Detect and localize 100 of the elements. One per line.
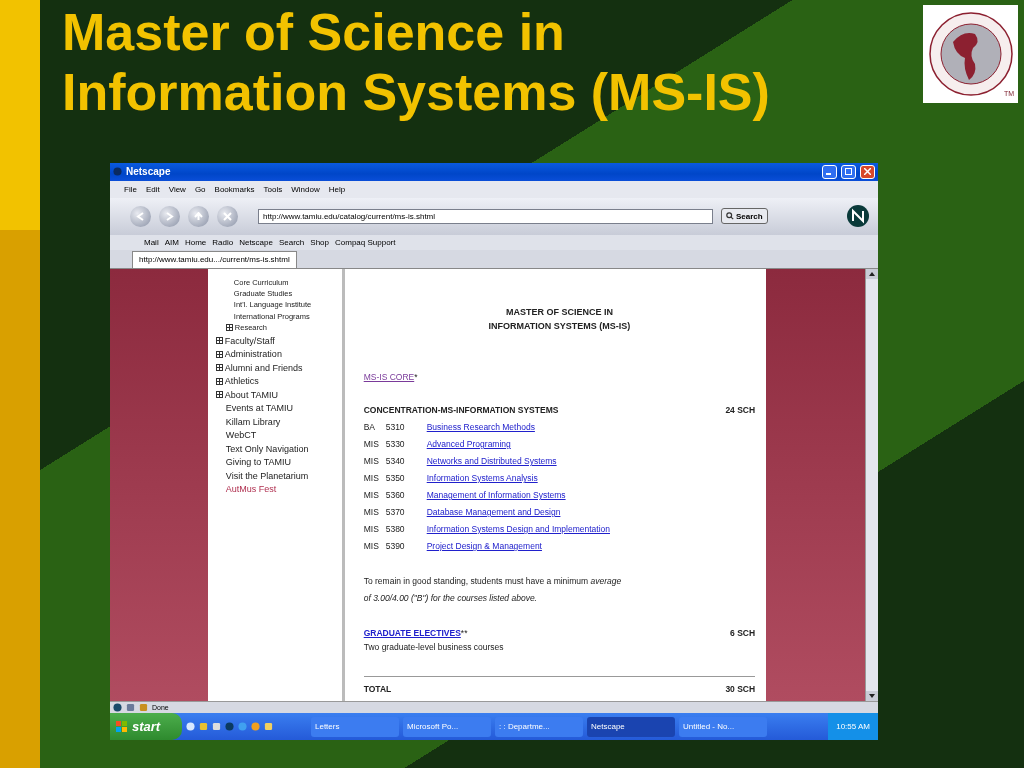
credit-hours: 24 SCH bbox=[725, 403, 756, 417]
browser-tab[interactable]: http://www.tamiu.edu.../current/ms-is.shtml bbox=[132, 250, 297, 268]
search-button[interactable]: Search bbox=[721, 208, 768, 225]
slide-title: Master of Science in bbox=[62, 2, 566, 62]
taskbar-task[interactable]: Microsoft Po... bbox=[403, 716, 491, 737]
stop-button[interactable] bbox=[217, 205, 238, 227]
section-title: MS-IS CORE* bbox=[363, 370, 418, 384]
credit-hours: 30 SCH bbox=[725, 682, 756, 696]
course-prefix: BA bbox=[363, 422, 377, 433]
taskbar-task[interactable]: Untitled - No... bbox=[679, 716, 767, 737]
menu-item[interactable]: File bbox=[124, 184, 137, 194]
bookmark-link[interactable]: Mail bbox=[144, 237, 159, 247]
course-number: 5370 bbox=[385, 507, 406, 518]
nav-link[interactable]: WebCT bbox=[225, 430, 257, 441]
core-link[interactable]: MS-IS CORE bbox=[363, 371, 415, 382]
window-title: Netscape bbox=[126, 166, 171, 178]
expand-icon[interactable] bbox=[215, 350, 223, 358]
up-arrow-icon[interactable] bbox=[869, 271, 875, 276]
course-prefix: MIS bbox=[363, 490, 380, 501]
slide-title: Information Systems (MS-IS) bbox=[62, 62, 770, 122]
course-link[interactable]: Business Research Methods bbox=[426, 422, 535, 433]
maximize-button[interactable] bbox=[841, 164, 856, 179]
menu-item[interactable]: Tools bbox=[263, 184, 283, 194]
nav-link[interactable]: Alumni and Friends bbox=[224, 362, 303, 373]
taskbar-task[interactable]: Letters bbox=[311, 716, 399, 737]
bookmark-link[interactable]: Netscape bbox=[239, 237, 273, 247]
nav-link[interactable]: Visit the Planetarium bbox=[225, 470, 309, 481]
expand-icon[interactable] bbox=[215, 377, 223, 385]
concentration-title: CONCENTRATION-MS-INFORMATION SYSTEMS bbox=[363, 403, 559, 417]
reload-button[interactable] bbox=[188, 205, 209, 227]
expand-icon[interactable] bbox=[215, 391, 223, 399]
course-prefix: MIS bbox=[363, 439, 380, 450]
minimize-button[interactable] bbox=[822, 164, 837, 179]
bookmark-link[interactable]: Home bbox=[184, 237, 207, 247]
nav-link[interactable]: Athletics bbox=[224, 376, 259, 387]
course-number: 5360 bbox=[385, 490, 406, 501]
menu-item[interactable]: Go bbox=[194, 184, 206, 194]
close-button[interactable] bbox=[860, 164, 875, 179]
address-field[interactable]: http://www.tamiu.edu/catalog/current/ms-is.shtml bbox=[258, 208, 713, 224]
credit-hours: 6 SCH bbox=[730, 626, 756, 640]
course-number: 5380 bbox=[385, 524, 406, 535]
course-number: 5310 bbox=[385, 422, 406, 433]
course-number: 5330 bbox=[385, 439, 406, 450]
course-link[interactable]: Information Systems Analysis bbox=[426, 473, 538, 484]
taskbar-task[interactable]: : : Departme... bbox=[495, 716, 583, 737]
expand-icon[interactable] bbox=[215, 337, 223, 345]
bookmark-link[interactable]: Shop bbox=[310, 237, 329, 247]
standing-note: To remain in good standing, students must have a minimum average of 3.00/4.00 ("B") for the courses listed above. bbox=[363, 574, 623, 605]
maximize-icon bbox=[845, 168, 852, 176]
course-prefix: MIS bbox=[363, 473, 380, 484]
course-link[interactable]: Networks and Distributed Systems bbox=[426, 456, 557, 467]
page-heading: INFORMATION SYSTEMS (MS-IS) bbox=[487, 319, 632, 333]
page-heading: MASTER OF SCIENCE IN bbox=[504, 305, 614, 319]
nav-link[interactable]: Killam Library bbox=[225, 416, 281, 427]
menu-item[interactable]: Bookmarks bbox=[214, 184, 255, 194]
course-link[interactable]: Management of Information Systems bbox=[426, 490, 566, 501]
bookmark-link[interactable]: Search bbox=[278, 237, 305, 247]
nav-link[interactable]: Giving to TAMIU bbox=[225, 457, 292, 468]
nav-link[interactable]: AutMus Fest bbox=[225, 484, 277, 495]
up-arrow-icon bbox=[194, 211, 203, 221]
start-button[interactable]: start bbox=[110, 713, 182, 740]
nav-link[interactable]: Events at TAMIU bbox=[225, 403, 294, 414]
course-link[interactable]: Project Design & Management bbox=[426, 541, 542, 552]
nav-link[interactable]: About TAMIU bbox=[224, 389, 279, 400]
down-arrow-icon[interactable] bbox=[869, 694, 875, 699]
total-label: TOTAL bbox=[363, 682, 392, 696]
course-prefix: MIS bbox=[363, 524, 380, 535]
expand-icon[interactable] bbox=[225, 324, 233, 332]
course-link[interactable]: Advanced Programing bbox=[426, 439, 511, 450]
course-link[interactable]: Database Management and Design bbox=[426, 507, 561, 518]
section-title: GRADUATE ELECTIVES** bbox=[363, 626, 468, 640]
globe-seal-icon bbox=[928, 12, 1013, 96]
menu-item[interactable]: Help bbox=[328, 184, 346, 194]
electives-link[interactable]: GRADUATE ELECTIVES bbox=[363, 627, 461, 638]
course-number: 5390 bbox=[385, 541, 406, 552]
course-prefix: MIS bbox=[363, 541, 380, 552]
course-link[interactable]: Information Systems Design and Implementation bbox=[426, 524, 610, 535]
scrollbar[interactable] bbox=[865, 268, 878, 702]
back-button[interactable] bbox=[130, 205, 151, 227]
nav-link[interactable]: Administration bbox=[224, 349, 282, 360]
menu-item[interactable]: Edit bbox=[145, 184, 160, 194]
taskbar-task[interactable]: Netscape bbox=[587, 716, 675, 737]
bookmark-link[interactable]: Radio bbox=[212, 237, 234, 247]
menu-item[interactable]: View bbox=[168, 184, 186, 194]
bookmark-link[interactable]: AIM bbox=[164, 237, 179, 247]
expand-icon[interactable] bbox=[215, 364, 223, 372]
course-number: 5340 bbox=[385, 456, 406, 467]
search-icon bbox=[726, 212, 734, 221]
course-prefix: MIS bbox=[363, 507, 380, 518]
course-prefix: MIS bbox=[363, 456, 380, 467]
nav-link[interactable]: Faculty/Staff bbox=[224, 335, 275, 346]
course-number: 5350 bbox=[385, 473, 406, 484]
bookmark-link[interactable]: Compaq Support bbox=[335, 237, 396, 247]
forward-button[interactable] bbox=[159, 205, 180, 227]
menu-item[interactable]: Window bbox=[291, 184, 320, 194]
stop-icon bbox=[223, 211, 232, 221]
electives-description: Two graduate-level business courses bbox=[363, 641, 505, 652]
netscape-logo-icon[interactable] bbox=[846, 204, 870, 229]
windows-logo-icon bbox=[116, 720, 128, 733]
nav-link[interactable]: Text Only Navigation bbox=[225, 443, 309, 454]
